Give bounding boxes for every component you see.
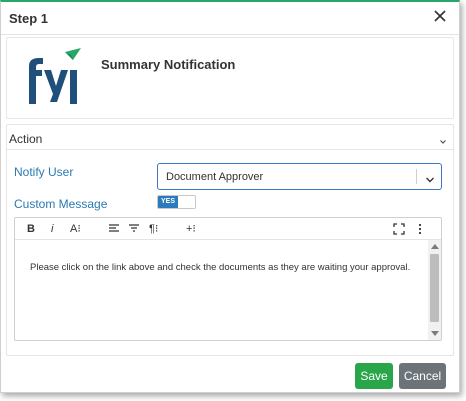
- action-panel: Action Notify User Document Approver Cus…: [6, 124, 454, 356]
- save-button[interactable]: Save: [355, 363, 393, 389]
- summary-panel: Summary Notification: [6, 37, 454, 119]
- custom-message-label: Custom Message: [14, 197, 108, 211]
- cancel-button[interactable]: Cancel: [399, 363, 446, 389]
- message-editor: B i A⁝ ¶⁝ +⁝ Please click on the link ab…: [14, 217, 442, 341]
- step-dialog: Step 1 Summary Notification Action Notif…: [0, 0, 460, 393]
- action-header-label: Action: [9, 132, 43, 146]
- font-size-button[interactable]: A⁝: [70, 222, 81, 236]
- fyi-logo-icon: [21, 46, 85, 110]
- more-options-icon[interactable]: [417, 222, 423, 236]
- editor-content[interactable]: Please click on the link above and check…: [15, 240, 427, 340]
- close-icon[interactable]: [431, 7, 449, 25]
- toggle-on-label: YES: [158, 196, 178, 208]
- paragraph-icon[interactable]: ¶⁝: [149, 222, 158, 236]
- custom-message-toggle[interactable]: YES: [157, 195, 196, 209]
- summary-title: Summary Notification: [101, 57, 236, 72]
- notify-user-label: Notify User: [14, 165, 74, 179]
- chevron-down-icon[interactable]: [425, 172, 435, 183]
- scrollbar-thumb[interactable]: [430, 254, 439, 322]
- message-text: Please click on the link above and check…: [30, 262, 411, 273]
- chevron-down-icon[interactable]: [439, 133, 447, 144]
- dialog-header: Step 1: [1, 2, 459, 35]
- notify-user-value: Document Approver: [166, 171, 264, 183]
- select-separator: [416, 169, 417, 184]
- insert-icon[interactable]: +⁝: [186, 222, 196, 236]
- fullscreen-icon[interactable]: [393, 222, 405, 236]
- list-icon[interactable]: [128, 222, 140, 236]
- notify-user-select[interactable]: Document Approver: [157, 163, 442, 190]
- action-header[interactable]: Action: [7, 125, 453, 150]
- editor-scrollbar[interactable]: [428, 240, 441, 340]
- dialog-title: Step 1: [9, 11, 49, 26]
- scroll-down-icon[interactable]: [431, 331, 439, 336]
- scroll-up-icon[interactable]: [431, 244, 439, 249]
- align-left-icon[interactable]: [108, 222, 120, 236]
- bold-button[interactable]: B: [27, 222, 35, 236]
- editor-toolbar: B i A⁝ ¶⁝ +⁝: [15, 218, 441, 240]
- italic-button[interactable]: i: [51, 222, 53, 236]
